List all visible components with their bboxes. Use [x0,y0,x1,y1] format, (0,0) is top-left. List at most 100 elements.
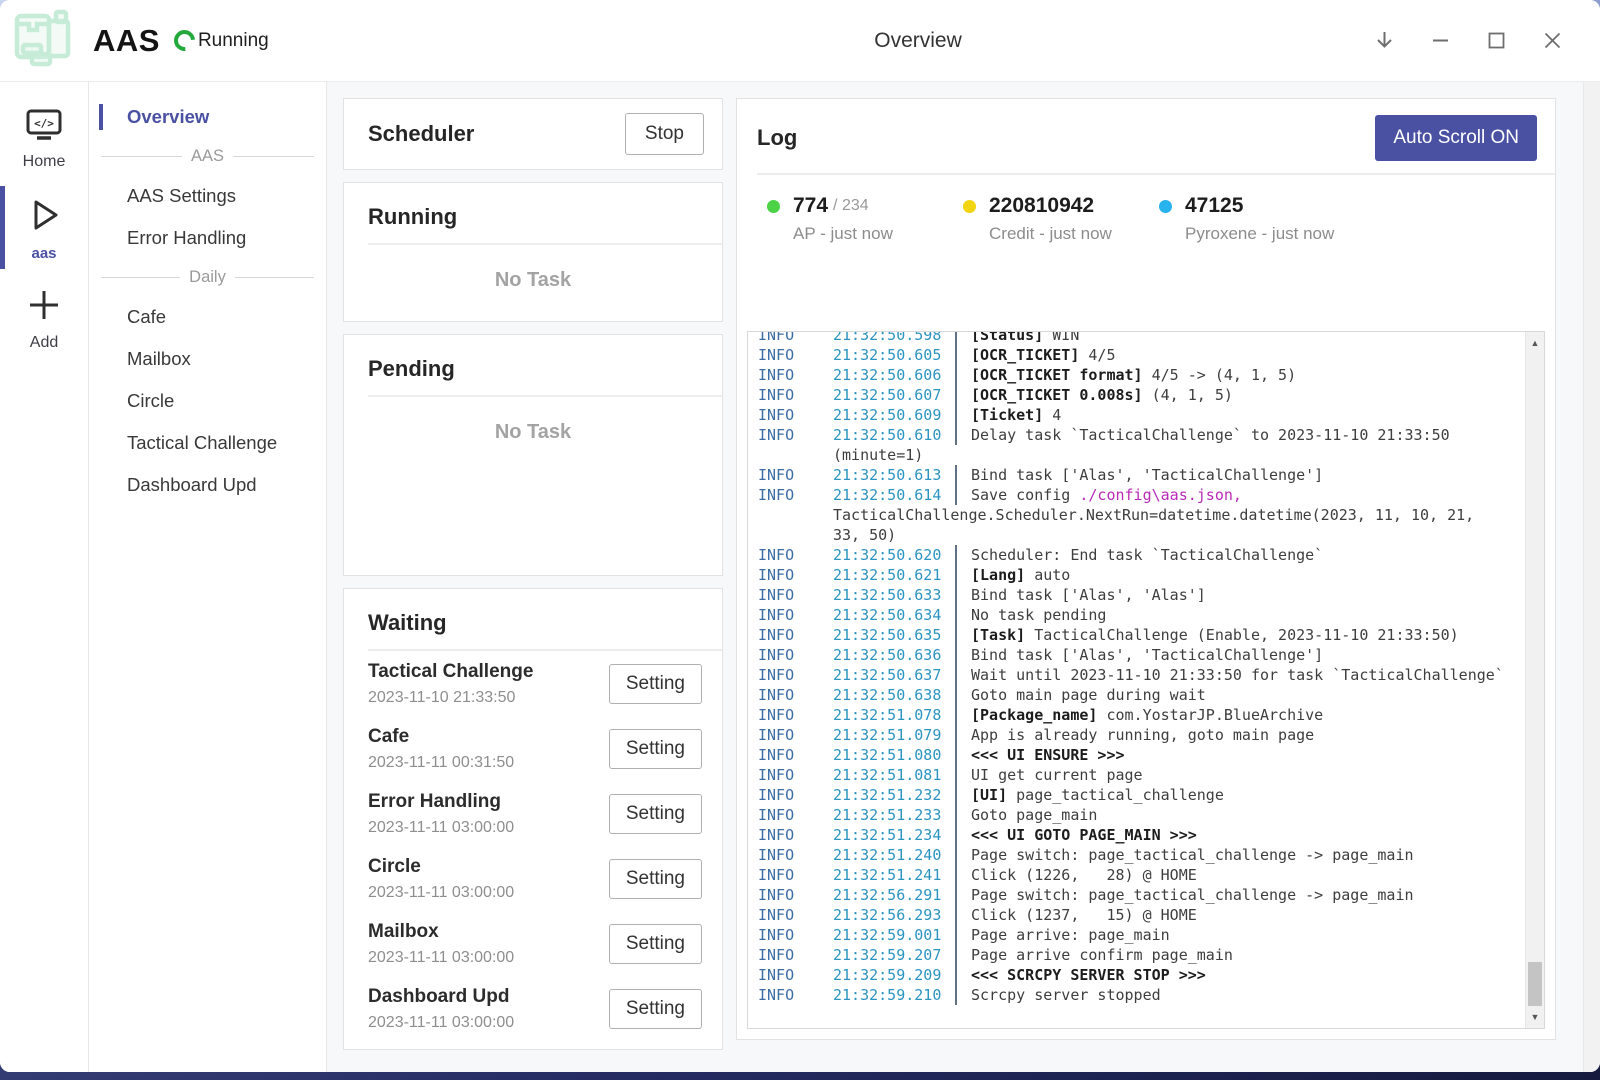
log-line: INFO21:32:59.001Page arrive: page_main [758,925,1524,945]
waiting-task-row: Tactical Challenge 2023-11-10 21:33:50 S… [344,651,722,716]
main-scrollbar[interactable] [1583,82,1600,1072]
log-line: INFO21:32:50.609[Ticket] 4 [758,405,1524,425]
nav-item[interactable]: Cafe [89,296,326,338]
hide-to-tray-button[interactable] [1364,19,1404,63]
rail-item-label: Home [23,153,66,171]
nav-item-label: AAS Settings [127,185,236,206]
scheduler-title: Scheduler [368,121,474,147]
waiting-task-list: Tactical Challenge 2023-11-10 21:33:50 S… [344,651,722,1041]
rail-item-aas[interactable]: aas [0,182,88,273]
rail-item-home[interactable]: </> Home [0,94,88,182]
scroll-down-icon[interactable]: ▼ [1526,1008,1544,1026]
waiting-task-row: Error Handling 2023-11-11 03:00:00 Setti… [344,781,722,846]
app-window: AAS Running Overview [0,0,1600,1072]
divider-line [101,156,182,157]
nav-section-label: Daily [189,268,226,287]
pending-title: Pending [344,335,722,395]
waiting-card: Waiting Tactical Challenge 2023-11-10 21… [343,588,723,1050]
setting-button[interactable]: Setting [609,924,702,964]
setting-button[interactable]: Setting [609,859,702,899]
scroll-up-icon[interactable]: ▲ [1526,334,1544,352]
maximize-button[interactable] [1476,19,1516,63]
log-line: INFO21:32:59.209<<< SCRCPY SERVER STOP >… [758,965,1524,985]
log-line: INFO21:32:51.081UI get current page [758,765,1524,785]
waiting-title: Waiting [344,589,722,649]
nav-item-label: Circle [127,390,174,411]
nav-item[interactable]: Circle [89,380,326,422]
log-line: INFO21:32:59.210Scrcpy server stopped [758,985,1524,1005]
waiting-task-time: 2023-11-11 00:31:50 [368,753,609,773]
nav-item-label: Mailbox [127,348,191,369]
resource-stat: 774 / 234 AP - just now [767,194,963,244]
log-card: Log Auto Scroll ON 774 / 234 AP - just n… [736,98,1556,1040]
auto-scroll-toggle[interactable]: Auto Scroll ON [1375,115,1537,161]
resource-stats: 774 / 234 AP - just now 220810942 Credit… [737,175,1555,244]
setting-button[interactable]: Setting [609,664,702,704]
page-title: Overview [874,29,962,53]
pending-empty-text: No Task [344,397,722,444]
running-empty-text: No Task [344,245,722,292]
stat-label: Credit - just now [989,224,1159,244]
log-line: INFO21:32:50.620Scheduler: End task `Tac… [758,545,1524,565]
log-line: INFO21:32:56.293Click (1237, 15) @ HOME [758,905,1524,925]
log-line: INFO21:32:50.633Bind task ['Alas', 'Alas… [758,585,1524,605]
waiting-task-name: Mailbox [368,919,609,944]
waiting-task-name: Error Handling [368,789,609,814]
log-line: INFO21:32:51.080<<< UI ENSURE >>> [758,745,1524,765]
stat-dot-icon [963,200,976,213]
setting-button[interactable]: Setting [609,794,702,834]
waiting-task-name: Circle [368,854,609,879]
stat-value: 47125 [1185,194,1243,218]
nav-item[interactable]: Overview [89,96,326,138]
log-line: INFO21:32:59.207Page arrive confirm page… [758,945,1524,965]
nav-item[interactable]: AAS Settings [89,175,326,217]
nav-item-label: Error Handling [127,227,246,248]
scheduler-card: Scheduler Stop [343,98,723,170]
nav-item[interactable]: Error Handling [89,217,326,259]
tasks-column: Scheduler Stop Running No Task Pending N… [343,98,723,1072]
nav-item[interactable]: Tactical Challenge [89,422,326,464]
log-line: INFO21:32:50.635[Task] TacticalChallenge… [758,625,1524,645]
minimize-button[interactable] [1420,19,1460,63]
log-line: INFO21:32:50.634No task pending [758,605,1524,625]
setting-button[interactable]: Setting [609,729,702,769]
pending-card: Pending No Task [343,334,723,576]
nav-item[interactable]: Mailbox [89,338,326,380]
app-logo-icon [10,9,76,72]
setting-button[interactable]: Setting [609,989,702,1029]
nav-item-label: Cafe [127,306,166,327]
divider-line [101,277,180,278]
rail-item-add[interactable]: Add [0,273,88,363]
waiting-task-row: Dashboard Upd 2023-11-11 03:00:00 Settin… [344,976,722,1041]
close-button[interactable] [1532,19,1572,63]
app-name: AAS [93,23,160,59]
log-line-continuation: (minute=1) [758,445,1524,465]
resource-stat: 220810942 Credit - just now [963,194,1159,244]
nav-item-label: Dashboard Upd [127,474,257,495]
log-scrollbar[interactable]: ▲ ▼ [1525,332,1544,1028]
log-line: INFO21:32:50.638Goto main page during wa… [758,685,1524,705]
nav-section-divider: AAS [101,147,314,166]
nav-item-label: Overview [127,106,209,127]
rail-item-label: Add [30,334,58,352]
log-line: INFO21:32:50.613Bind task ['Alas', 'Tact… [758,465,1524,485]
stop-button[interactable]: Stop [625,113,704,155]
log-output-panel: INFO21:32:50.598[Status] WININFO21:32:50… [747,331,1545,1029]
window-controls [1364,0,1572,81]
running-spinner-icon [170,26,200,56]
log-line-continuation: TacticalChallenge.Scheduler.NextRun=date… [758,505,1524,525]
nav-section-divider: Daily [101,268,314,287]
icon-rail: </> Home aas [0,82,89,1072]
stat-value: 774 [793,194,828,218]
log-line: INFO21:32:51.078[Package_name] com.Yosta… [758,705,1524,725]
plus-icon [24,286,64,329]
stat-suffix: / 234 [833,197,869,215]
log-line: INFO21:32:51.241Click (1226, 28) @ HOME [758,865,1524,885]
waiting-task-name: Cafe [368,724,609,749]
scrollbar-thumb[interactable] [1528,962,1542,1006]
log-line: INFO21:32:50.621[Lang] auto [758,565,1524,585]
stat-dot-icon [767,200,780,213]
divider-line [233,156,314,157]
titlebar: AAS Running Overview [0,0,1600,82]
nav-item[interactable]: Dashboard Upd [89,464,326,506]
